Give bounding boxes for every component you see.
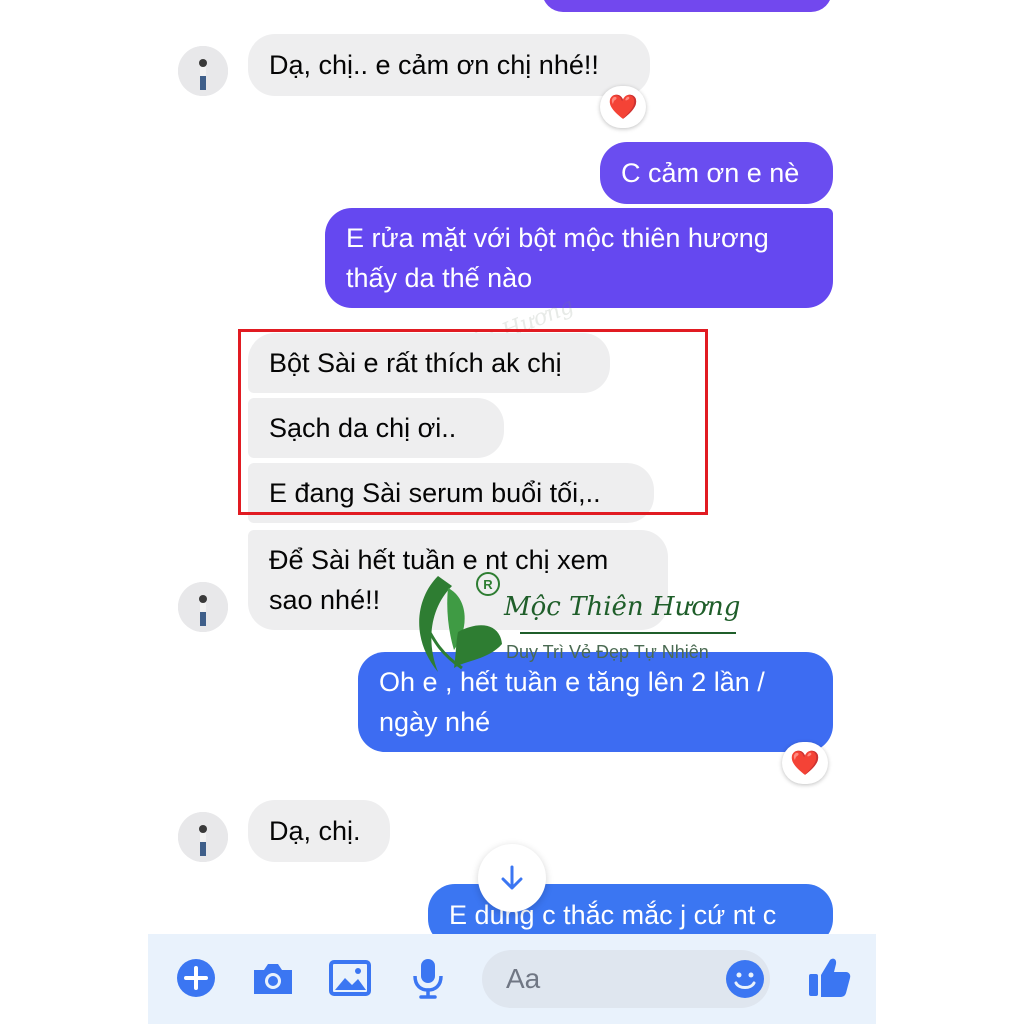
microphone-icon[interactable] bbox=[408, 956, 448, 1000]
heart-reaction[interactable]: ❤️ bbox=[600, 86, 646, 128]
scroll-to-bottom-button[interactable] bbox=[478, 844, 546, 912]
arrow-down-icon bbox=[501, 865, 523, 890]
outgoing-message[interactable]: C cảm ơn e nè bbox=[600, 142, 833, 204]
camera-icon[interactable] bbox=[250, 958, 296, 998]
contact-avatar[interactable] bbox=[178, 582, 228, 632]
input-placeholder: Aa bbox=[506, 963, 541, 994]
plus-icon[interactable] bbox=[176, 958, 216, 998]
brand-name: Mộc Thiên Hương bbox=[504, 592, 741, 622]
heart-icon: ❤️ bbox=[608, 93, 638, 121]
incoming-message[interactable]: Dạ, chị. bbox=[248, 800, 390, 862]
message-text: E rửa mặt với bột mộc thiên hương thấy d… bbox=[346, 223, 769, 293]
message-text: Dạ, chị. bbox=[269, 816, 361, 846]
clipped-message-bubble bbox=[542, 0, 832, 12]
highlight-box bbox=[238, 329, 708, 515]
heart-icon: ❤️ bbox=[790, 749, 820, 777]
contact-avatar[interactable] bbox=[178, 46, 228, 96]
message-text: Dạ, chị.. e cảm ơn chị nhé!! bbox=[269, 50, 599, 80]
thumbs-up-icon[interactable] bbox=[806, 954, 852, 1000]
heart-reaction[interactable]: ❤️ bbox=[782, 742, 828, 784]
registered-mark: R bbox=[476, 572, 500, 596]
brand-tagline: Duy Trì Vẻ Đẹp Tự Nhiên bbox=[506, 642, 709, 662]
image-icon[interactable] bbox=[328, 958, 372, 998]
emoji-icon[interactable] bbox=[724, 958, 766, 1000]
contact-avatar[interactable] bbox=[178, 812, 228, 862]
outgoing-message[interactable]: E rửa mặt với bột mộc thiên hương thấy d… bbox=[325, 208, 833, 308]
incoming-message[interactable]: Dạ, chị.. e cảm ơn chị nhé!! bbox=[248, 34, 650, 96]
message-text: C cảm ơn e nè bbox=[621, 158, 800, 188]
brand-underline bbox=[520, 632, 736, 634]
